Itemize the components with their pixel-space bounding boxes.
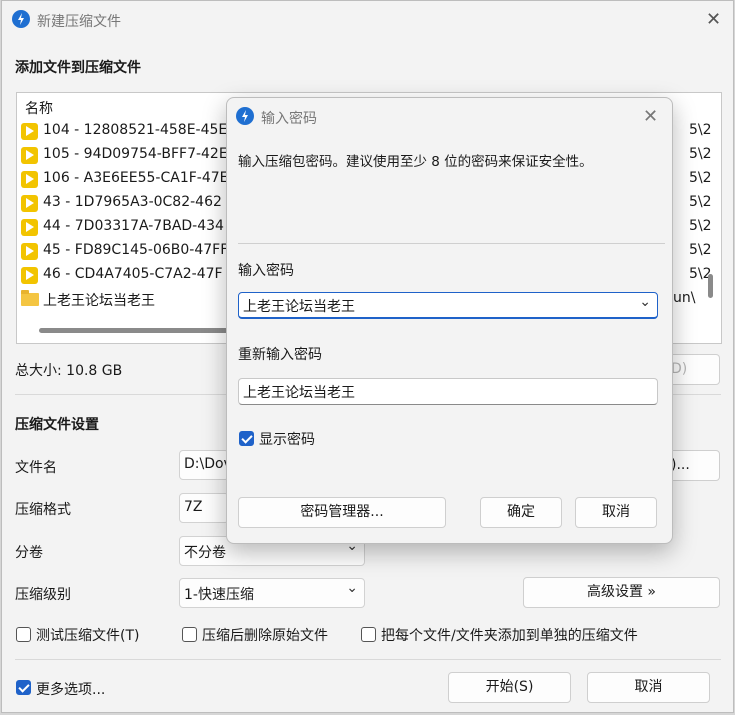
total-size: 总大小: 10.8 GB [15,363,123,379]
video-file-icon [21,147,38,164]
test-archive-label: 测试压缩文件(T) [36,628,140,644]
path-fragment: 5\2 [689,122,712,138]
advanced-settings-button[interactable]: 高级设置 » [523,577,720,608]
format-label: 压缩格式 [15,502,71,518]
video-file-icon [21,171,38,188]
cancel-button[interactable]: 取消 [587,672,710,703]
dialog-cancel-button[interactable]: 取消 [575,497,657,528]
show-password-checkbox[interactable] [239,431,254,446]
more-options-label: 更多选项... [36,682,106,698]
confirm-password-label: 重新输入密码 [238,347,322,363]
video-file-icon [21,219,38,236]
dialog-close-icon[interactable]: ✕ [643,108,658,126]
divider [15,659,721,660]
start-button[interactable]: 开始(S) [448,672,571,703]
level-label: 压缩级别 [15,587,71,603]
video-file-icon [21,243,38,260]
path-fragment: un\ [673,290,696,306]
dialog-description: 输入压缩包密码。建议使用至少 8 位的密码来保证安全性。 [238,154,593,170]
path-fragment: 5\2 [689,170,712,186]
title-bar: 新建压缩文件 ✕ [2,1,733,39]
show-password-label: 显示密码 [259,432,315,448]
delete-after-checkbox[interactable] [182,627,197,642]
close-icon[interactable]: ✕ [706,11,721,29]
dialog-title: 输入密码 [261,111,317,127]
separate-archives-label: 把每个文件/文件夹添加到单独的压缩文件 [381,628,638,644]
path-fragment: 5\2 [689,218,712,234]
folder-icon [21,290,39,306]
separate-archives-checkbox[interactable] [361,627,376,642]
path-fragment: 5\2 [689,242,712,258]
level-select[interactable]: 1-快速压缩 [179,578,365,608]
file-name-label: 文件名 [15,460,57,476]
password-input[interactable]: 上老王论坛当老王 ⌄ [238,292,658,319]
delete-after-label: 压缩后删除原始文件 [202,628,328,644]
chevron-down-icon[interactable]: ⌄ [639,294,651,310]
video-file-icon [21,123,38,140]
app-logo-icon [12,10,30,28]
column-header-name[interactable]: 名称 [25,98,53,118]
test-archive-checkbox[interactable] [16,627,31,642]
more-options-checkbox[interactable] [16,680,31,695]
app-logo-icon [236,107,254,125]
add-files-heading: 添加文件到压缩文件 [15,60,141,76]
divider [238,243,665,244]
format-select[interactable]: 7Z [179,493,229,523]
video-file-icon [21,267,38,284]
settings-heading: 压缩文件设置 [15,417,99,433]
confirm-password-input[interactable]: 上老王论坛当老王 [238,378,658,405]
path-fragment: 5\2 [689,194,712,210]
video-file-icon [21,195,38,212]
volume-label: 分卷 [15,545,43,561]
vertical-scrollbar[interactable] [708,274,713,298]
path-fragment: 5\2 [689,146,712,162]
password-label: 输入密码 [238,263,294,279]
password-manager-button[interactable]: 密码管理器... [238,497,446,528]
password-dialog: 输入密码 ✕ 输入压缩包密码。建议使用至少 8 位的密码来保证安全性。 输入密码… [226,97,673,544]
file-name-input[interactable]: D:\Dov [179,450,229,480]
ok-button[interactable]: 确定 [480,497,562,528]
window-title: 新建压缩文件 [37,14,121,30]
